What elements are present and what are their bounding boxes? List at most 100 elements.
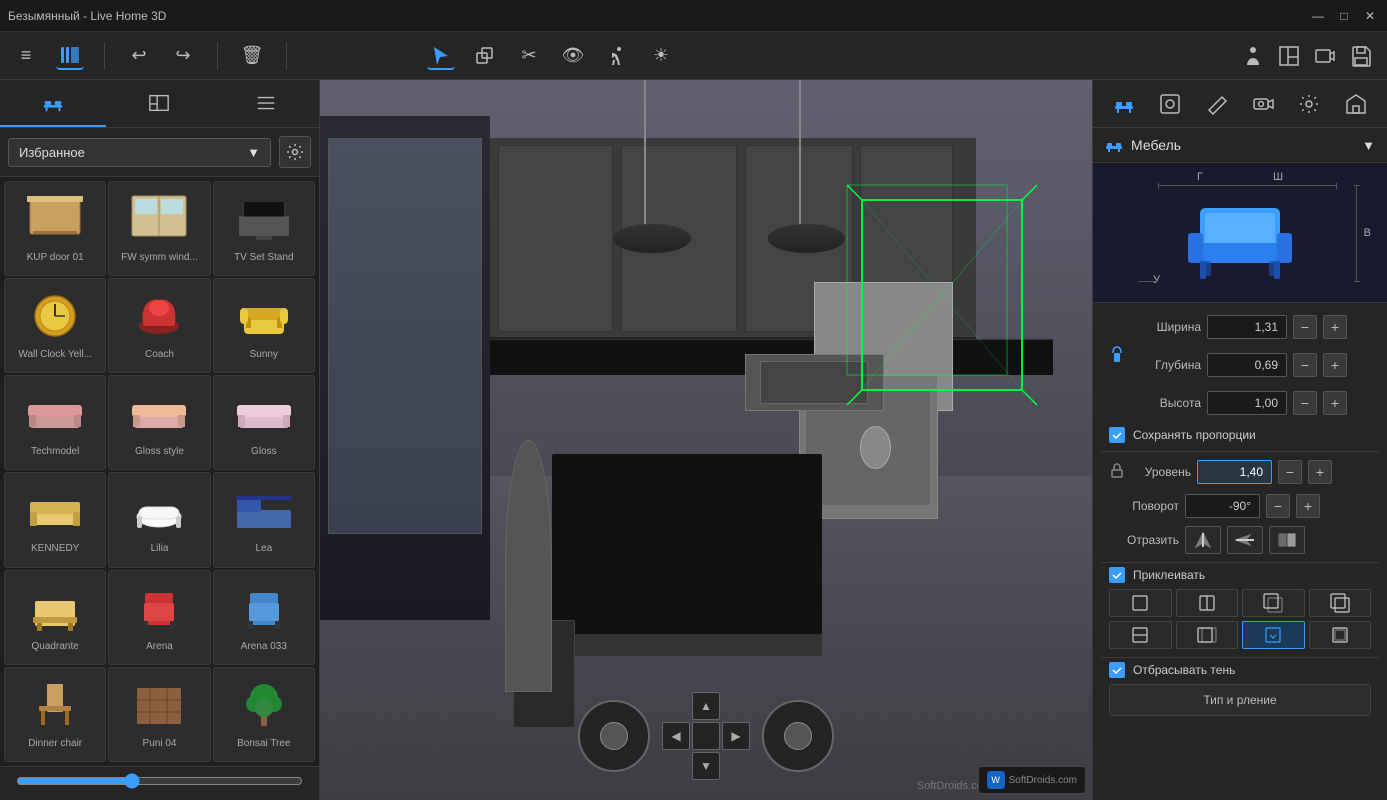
width-input[interactable] xyxy=(1207,315,1287,339)
width-decrease-button[interactable]: − xyxy=(1293,315,1317,339)
category-dropdown[interactable]: Избранное ▼ xyxy=(8,138,271,167)
keep-proportions-checkbox[interactable] xyxy=(1109,427,1125,443)
delete-icon[interactable]: 🗑 xyxy=(238,42,266,70)
snap-checkbox[interactable] xyxy=(1109,567,1125,583)
list-item[interactable]: Gloss xyxy=(213,375,315,470)
item-thumbnail xyxy=(124,479,194,539)
list-item[interactable]: Wall Clock Yell... xyxy=(4,278,106,373)
nav-up-button[interactable]: ▲ xyxy=(692,692,720,720)
list-item[interactable]: Arena xyxy=(108,570,210,665)
list-item[interactable]: Quadrante xyxy=(4,570,106,665)
list-item[interactable]: FW symm wind... xyxy=(108,181,210,276)
tab-edit-props[interactable] xyxy=(1201,88,1233,120)
height-decrease-button[interactable]: − xyxy=(1293,391,1317,415)
tab-floorplan[interactable] xyxy=(106,80,212,127)
type-fill-button[interactable]: Тип и рление xyxy=(1109,684,1371,716)
item-label: Puni 04 xyxy=(143,738,177,750)
item-label: Bonsai Tree xyxy=(237,738,290,750)
list-item[interactable]: Sunny xyxy=(213,278,315,373)
nav-right-button[interactable]: ▶ xyxy=(722,722,750,750)
redo-icon[interactable]: ↪ xyxy=(169,42,197,70)
rotation-decrease-button[interactable]: − xyxy=(1266,494,1290,518)
list-item[interactable]: TV Set Stand xyxy=(213,181,315,276)
person-icon[interactable] xyxy=(1239,42,1267,70)
list-item[interactable]: Arena 033 xyxy=(213,570,315,665)
list-item[interactable]: Bonsai Tree xyxy=(213,667,315,762)
snap-btn-1[interactable] xyxy=(1109,589,1172,617)
walk-icon[interactable] xyxy=(603,42,631,70)
tab-material-props[interactable] xyxy=(1154,88,1186,120)
list-item[interactable]: Puni 04 xyxy=(108,667,210,762)
item-thumbnail xyxy=(229,285,299,345)
depth-increase-button[interactable]: + xyxy=(1323,353,1347,377)
tab-furniture-props[interactable] xyxy=(1108,88,1140,120)
floor-slider[interactable] xyxy=(16,773,303,789)
minimize-button[interactable]: — xyxy=(1309,7,1327,25)
width-increase-button[interactable]: + xyxy=(1323,315,1347,339)
snap-btn-3[interactable] xyxy=(1242,589,1305,617)
depth-input[interactable] xyxy=(1207,353,1287,377)
menu-icon[interactable]: ≡ xyxy=(12,42,40,70)
lighting-icon[interactable]: ☀ xyxy=(647,42,675,70)
section-dropdown-icon[interactable]: ▼ xyxy=(1362,138,1375,153)
tab-camera-props[interactable] xyxy=(1247,88,1279,120)
undo-icon[interactable]: ↩ xyxy=(125,42,153,70)
list-item[interactable]: Lea xyxy=(213,472,315,567)
depth-decrease-button[interactable]: − xyxy=(1293,353,1317,377)
tab-room-props[interactable] xyxy=(1340,88,1372,120)
dim-g-label: Г xyxy=(1197,171,1203,183)
settings-button[interactable] xyxy=(279,136,311,168)
lock-icon xyxy=(1109,339,1125,379)
library-icon[interactable] xyxy=(56,42,84,70)
item-label: FW symm wind... xyxy=(121,252,198,264)
depth-property: Глубина − + xyxy=(1131,353,1371,377)
shadow-checkbox[interactable] xyxy=(1109,662,1125,678)
height-property: Высота − + xyxy=(1131,391,1371,415)
tab-furniture[interactable] xyxy=(0,80,106,127)
select-tool-icon[interactable] xyxy=(427,42,455,70)
snap-btn-2[interactable] xyxy=(1176,589,1239,617)
height-input[interactable] xyxy=(1207,391,1287,415)
reflect-both-button[interactable] xyxy=(1269,526,1305,554)
scissors-icon[interactable]: ✂ xyxy=(515,42,543,70)
list-item[interactable]: Gloss style xyxy=(108,375,210,470)
maximize-button[interactable]: □ xyxy=(1335,7,1353,25)
snap-btn-4[interactable] xyxy=(1309,589,1372,617)
item-thumbnail xyxy=(229,188,299,248)
floor-plan-icon[interactable] xyxy=(1275,42,1303,70)
rotation-input[interactable] xyxy=(1185,494,1260,518)
tab-list[interactable] xyxy=(213,80,319,127)
right-section-header: Мебель ▼ xyxy=(1093,128,1387,163)
snap-btn-6[interactable] xyxy=(1176,621,1239,649)
save-icon[interactable] xyxy=(1347,42,1375,70)
level-increase-button[interactable]: + xyxy=(1308,460,1332,484)
list-item[interactable]: Lilia xyxy=(108,472,210,567)
reflect-horizontal-button[interactable] xyxy=(1227,526,1263,554)
render-icon[interactable] xyxy=(1311,42,1339,70)
snap-btn-8[interactable] xyxy=(1309,621,1372,649)
center-3d-view[interactable]: ▲ ◀ ▶ ▼ SoftDroids.com W SoftD xyxy=(320,80,1092,800)
list-item[interactable]: KENNEDY xyxy=(4,472,106,567)
level-decrease-button[interactable]: − xyxy=(1278,460,1302,484)
nav-joystick[interactable] xyxy=(578,700,650,772)
item-label: Wall Clock Yell... xyxy=(18,349,92,361)
window-controls[interactable]: — □ ✕ xyxy=(1309,7,1379,25)
list-item[interactable]: KUP door 01 xyxy=(4,181,106,276)
reflect-vertical-button[interactable] xyxy=(1185,526,1221,554)
item-thumbnail xyxy=(124,188,194,248)
snap-btn-7[interactable] xyxy=(1242,621,1305,649)
nav-down-button[interactable]: ▼ xyxy=(692,752,720,780)
tab-light-props[interactable] xyxy=(1293,88,1325,120)
view-icon[interactable]: 👁 xyxy=(559,42,587,70)
duplicate-icon[interactable] xyxy=(471,42,499,70)
snap-btn-5[interactable] xyxy=(1109,621,1172,649)
rotation-increase-button[interactable]: + xyxy=(1296,494,1320,518)
nav-left-button[interactable]: ◀ xyxy=(662,722,690,750)
nav-rotate-joystick[interactable] xyxy=(762,700,834,772)
list-item[interactable]: Techmodel xyxy=(4,375,106,470)
list-item[interactable]: Coach xyxy=(108,278,210,373)
list-item[interactable]: Dinner chair xyxy=(4,667,106,762)
height-increase-button[interactable]: + xyxy=(1323,391,1347,415)
close-button[interactable]: ✕ xyxy=(1361,7,1379,25)
level-input[interactable] xyxy=(1197,460,1272,484)
